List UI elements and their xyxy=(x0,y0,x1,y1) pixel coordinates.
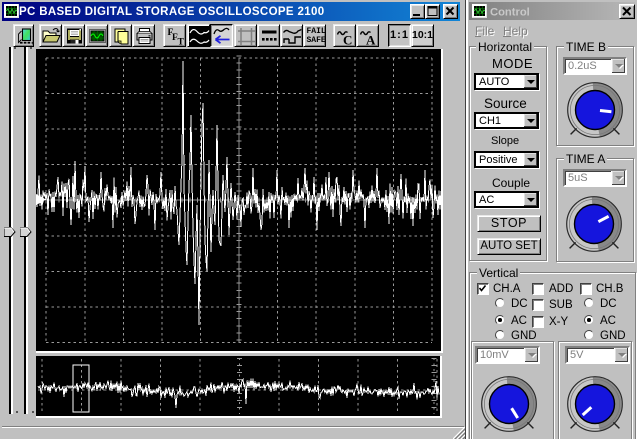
svg-text:C: C xyxy=(343,33,352,48)
svg-text:Control: Control xyxy=(490,7,530,19)
svg-text:A: A xyxy=(366,33,376,48)
svg-text:T: T xyxy=(178,38,185,48)
svg-text:PC BASED DIGITAL STORAGE OSCIL: PC BASED DIGITAL STORAGE OSCILLOSCOPE 21… xyxy=(19,6,324,18)
svg-text:Help: Help xyxy=(503,24,528,38)
svg-text:File: File xyxy=(475,24,495,38)
